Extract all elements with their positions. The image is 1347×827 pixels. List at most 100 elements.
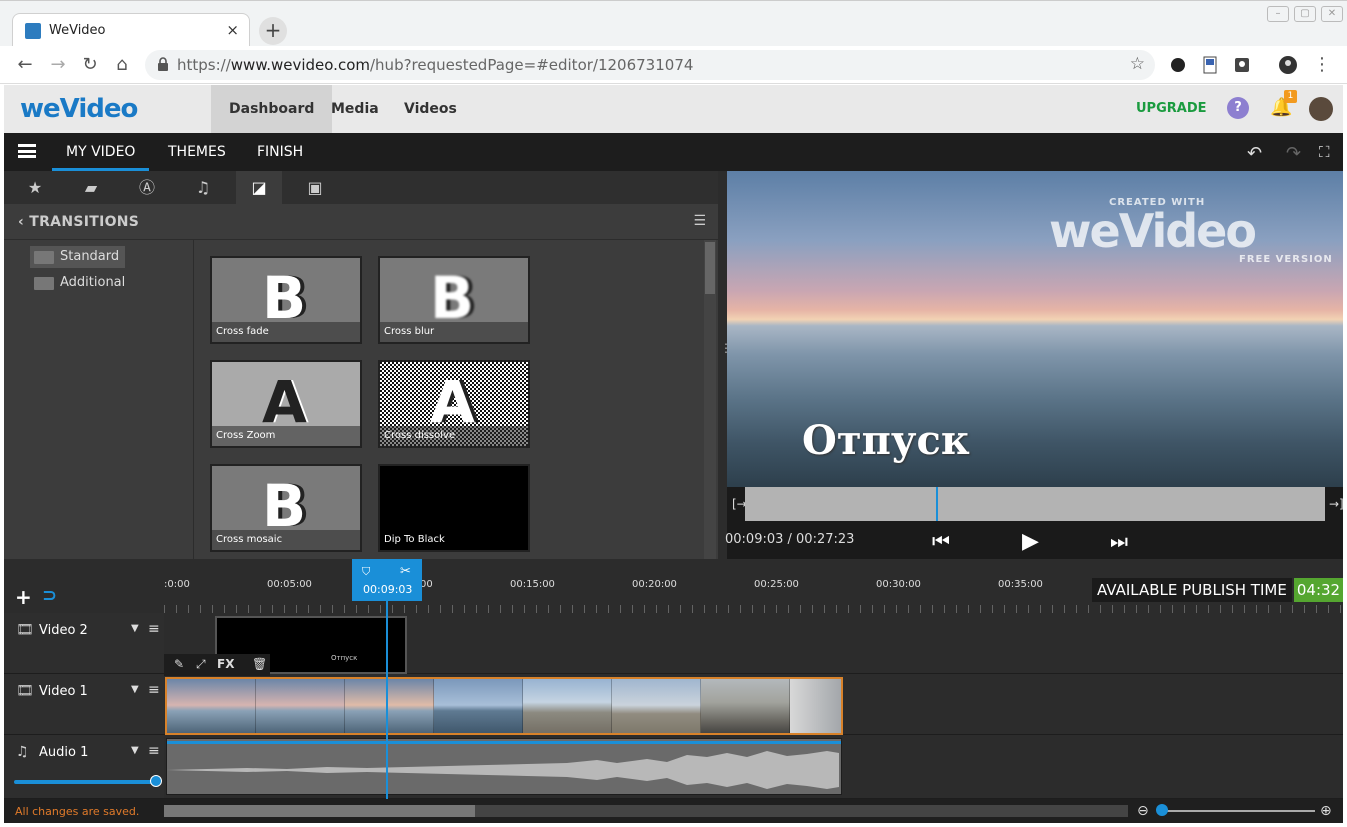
reload-icon[interactable]: ↻ (79, 54, 101, 75)
magnet-snap-icon[interactable]: ⊃ (42, 585, 57, 606)
transition-cross-blur[interactable]: B Cross blur (378, 256, 530, 344)
folder-additional[interactable]: Additional (30, 272, 131, 294)
play-icon[interactable]: ▶ (1022, 529, 1039, 554)
lock-icon (158, 57, 168, 71)
ruler-marks (164, 605, 1343, 613)
music-note-icon[interactable]: ♫ (180, 171, 226, 204)
tab-finish[interactable]: FINISH (257, 144, 303, 160)
clip-frame (345, 679, 434, 733)
film-icon: 🎞 (16, 622, 34, 638)
bookmark-star-icon[interactable]: ☆ (1130, 54, 1145, 74)
video-clip[interactable] (165, 677, 843, 735)
transition-cross-dissolve[interactable]: A Cross dissolve (378, 360, 530, 448)
home-icon[interactable]: ⌂ (111, 54, 133, 75)
waveform (167, 751, 839, 789)
tab-themes[interactable]: THEMES (168, 144, 226, 160)
volume-knob[interactable] (150, 775, 162, 787)
nav-media[interactable]: Media (313, 85, 397, 133)
chevron-down-icon[interactable]: ▼ (131, 745, 139, 756)
marker-icon[interactable]: ⛉ (362, 565, 370, 579)
track-menu-icon[interactable]: ≡ (148, 743, 160, 759)
track-name: Audio 1 (39, 745, 89, 760)
edit-pencil-icon[interactable]: ✎ (174, 657, 184, 671)
media-panel: ★ ▰ Ⓐ ♫ ◪ ▣ ‹ TRANSITIONS ☰ Standard Add… (4, 171, 718, 559)
resize-icon[interactable]: ⤢ (196, 657, 206, 672)
new-tab-button[interactable]: + (259, 17, 287, 45)
split-scissors-icon[interactable]: ✂ (400, 564, 411, 579)
folder-star-icon[interactable]: ▰ (68, 171, 114, 204)
wevideo-favicon-icon (25, 23, 41, 39)
track-menu-icon[interactable]: ≡ (148, 682, 160, 698)
audio-volume-slider[interactable] (14, 775, 162, 787)
upgrade-link[interactable]: UPGRADE (1136, 101, 1207, 116)
add-track-icon[interactable]: + (15, 585, 32, 609)
back-icon[interactable]: ← (14, 54, 36, 75)
zoom-knob[interactable] (1156, 804, 1168, 816)
clip-frame (167, 679, 256, 733)
chevron-down-icon[interactable]: ▼ (131, 684, 139, 695)
status-bar: All changes are saved. ⊖ ⊕ (4, 799, 1343, 823)
mark-out-icon[interactable]: →] (1329, 497, 1344, 511)
timeline-playhead[interactable]: ⛉ ✂ 00:09:03 (352, 559, 422, 601)
chevron-down-icon[interactable]: ▼ (131, 623, 139, 634)
close-window-button[interactable]: ✕ (1321, 6, 1343, 22)
track-header-audio-1: ♫ Audio 1 ▼ ≡ (4, 735, 164, 799)
list-view-icon[interactable]: ☰ (693, 213, 706, 229)
scrollbar-thumb[interactable] (705, 242, 715, 294)
clip-frame (523, 679, 612, 733)
audio-clip[interactable] (166, 738, 842, 795)
undo-icon[interactable]: ↶ (1247, 143, 1262, 164)
skip-back-icon[interactable]: ⏮ (932, 529, 950, 553)
forward-icon[interactable]: → (47, 54, 69, 75)
extension-bulb-icon[interactable] (1233, 56, 1251, 74)
url-field[interactable]: https://www.wevideo.com/hub?requestedPag… (145, 50, 1155, 80)
fx-button[interactable]: FX (217, 657, 234, 671)
track-menu-icon[interactable]: ≡ (148, 621, 160, 637)
zoom-slider[interactable] (1162, 810, 1315, 812)
scrollbar-thumb[interactable] (164, 805, 475, 817)
timeline-scrollbar[interactable] (164, 805, 1128, 817)
track-header-video-1: 🎞 Video 1 ▼ ≡ (4, 674, 164, 735)
favorites-star-icon[interactable]: ★ (12, 171, 58, 204)
hamburger-menu-icon[interactable] (18, 144, 36, 158)
panel-scrollbar[interactable] (704, 240, 716, 559)
restore-button[interactable]: ▢ (1294, 6, 1316, 22)
browser-tab[interactable]: WeVideo × (12, 13, 250, 47)
image-icon[interactable]: ▣ (292, 171, 338, 204)
transitions-icon[interactable]: ◪ (236, 171, 282, 204)
skip-forward-icon[interactable]: ⏭ (1110, 529, 1128, 553)
help-icon[interactable]: ? (1227, 97, 1249, 119)
transitions-title[interactable]: ‹ TRANSITIONS (18, 214, 139, 230)
minimize-button[interactable]: – (1267, 6, 1289, 22)
zoom-out-icon[interactable]: ⊖ (1137, 803, 1149, 819)
transition-cross-fade[interactable]: B Cross fade (210, 256, 362, 344)
text-icon[interactable]: Ⓐ (124, 171, 170, 204)
film-icon: 🎞 (16, 683, 34, 699)
preview-frame[interactable]: CREATED WITH weVideo FREE VERSION Отпуск (727, 171, 1343, 487)
zoom-in-icon[interactable]: ⊕ (1320, 803, 1332, 819)
extension-dark-circle-icon[interactable] (1169, 56, 1187, 74)
nav-videos[interactable]: Videos (386, 85, 475, 133)
video-preview: CREATED WITH weVideo FREE VERSION Отпуск… (725, 171, 1344, 559)
playhead-line[interactable] (386, 601, 388, 799)
redo-icon[interactable]: ↷ (1286, 143, 1301, 164)
track-header-video-2: 🎞 Video 2 ▼ ≡ (4, 613, 164, 674)
wevideo-logo[interactable]: weVideo (20, 94, 138, 124)
fullscreen-icon[interactable]: ⛶ (1319, 143, 1330, 161)
tab-my-video[interactable]: MY VIDEO (51, 144, 150, 171)
transition-dip-to-black[interactable]: Dip To Black (378, 464, 530, 552)
tab-close-icon[interactable]: × (226, 21, 239, 39)
track-name: Video 2 (39, 623, 88, 638)
music-icon: ♫ (16, 744, 29, 760)
scrubber-playhead[interactable] (936, 487, 939, 521)
ruler-tick: 00:25:00 (754, 579, 799, 590)
transition-cross-mosaic[interactable]: B Cross mosaic (210, 464, 362, 552)
folder-standard[interactable]: Standard (30, 246, 126, 268)
trash-icon[interactable]: 🗑 (252, 657, 267, 671)
preview-scrubber[interactable] (745, 487, 1325, 521)
profile-avatar-icon[interactable] (1279, 56, 1297, 74)
extension-jpg-icon[interactable] (1201, 56, 1219, 74)
avatar[interactable] (1309, 97, 1333, 121)
browser-menu-icon[interactable]: ⋮ (1311, 54, 1333, 75)
transition-cross-zoom[interactable]: A Cross Zoom (210, 360, 362, 448)
